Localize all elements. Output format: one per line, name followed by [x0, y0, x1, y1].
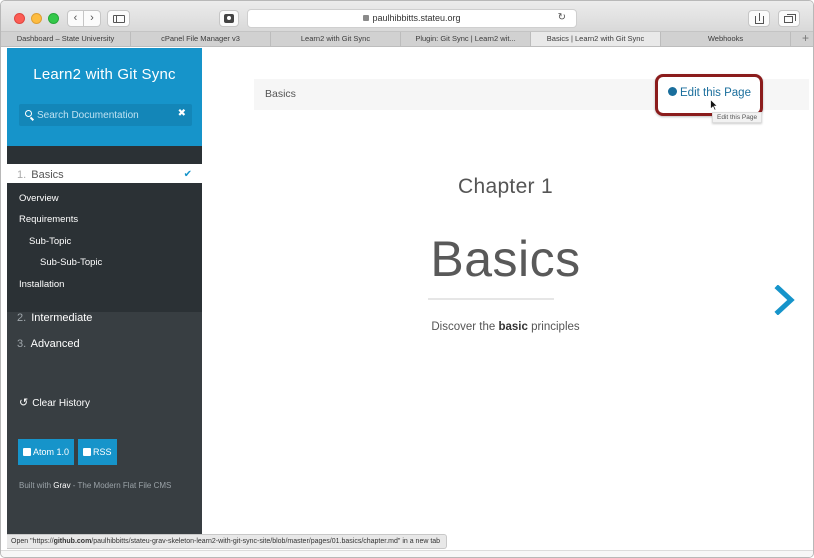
- search-icon: [25, 110, 32, 117]
- breadcrumb[interactable]: Basics: [265, 88, 296, 100]
- rss-icon: [23, 447, 31, 456]
- divider: [428, 298, 554, 300]
- clear-history-link[interactable]: ↺ Clear History: [19, 396, 90, 409]
- next-page-chevron-icon[interactable]: [774, 285, 798, 315]
- tab-webhooks[interactable]: Webhooks: [661, 32, 791, 46]
- chevron-right-icon: ›: [90, 12, 94, 24]
- rss-icon: [83, 447, 91, 456]
- nav-chapter-advanced[interactable]: 3. Advanced: [7, 333, 202, 355]
- tooltip: Edit this Page: [712, 112, 763, 123]
- tab-cpanel[interactable]: cPanel File Manager v3: [131, 32, 271, 46]
- tab-overview-button[interactable]: [778, 10, 800, 27]
- lock-icon: [363, 14, 370, 21]
- reload-icon[interactable]: ↻: [558, 12, 566, 23]
- search-box[interactable]: ✖: [19, 104, 192, 126]
- browser-toolbar: ‹ › paulhibbitts.stateu.org ↻: [1, 1, 813, 32]
- sidebar-divider: [7, 146, 202, 164]
- tab-learn2[interactable]: Learn2 with Git Sync: [271, 32, 401, 46]
- nav-subitems: Overview Requirements Sub-Topic Sub-Sub-…: [7, 183, 202, 312]
- sidebar-icon: [113, 15, 125, 23]
- extension-button[interactable]: [219, 10, 239, 27]
- window-bottom-edge: [1, 550, 813, 557]
- address-bar[interactable]: paulhibbitts.stateu.org ↻: [247, 9, 577, 28]
- history-icon: ↺: [19, 397, 29, 409]
- url-text: paulhibbitts.stateu.org: [372, 13, 461, 23]
- atom-feed-button[interactable]: Atom 1.0: [18, 439, 75, 465]
- sidebar-header: Learn2 with Git Sync ✖: [7, 48, 202, 146]
- nav-item-installation[interactable]: Installation: [19, 279, 64, 290]
- search-input[interactable]: [37, 107, 172, 123]
- mouse-pointer-icon: [710, 99, 718, 111]
- minimize-window-button[interactable]: [31, 13, 42, 24]
- chapter-label: Chapter 1: [458, 175, 553, 198]
- share-button[interactable]: [748, 10, 770, 27]
- tab-basics[interactable]: Basics | Learn2 with Git Sync: [531, 32, 661, 46]
- new-tab-button[interactable]: +: [802, 31, 809, 45]
- chevron-left-icon: ‹: [73, 12, 78, 24]
- tab-bar: Dashboard – State University cPanel File…: [1, 31, 813, 47]
- browser-window: ‹ › paulhibbitts.stateu.org ↻ Dashboard …: [0, 0, 814, 558]
- nav-chapter-intermediate[interactable]: 2. Intermediate: [7, 307, 202, 329]
- rss-feed-button[interactable]: RSS: [78, 439, 117, 465]
- tab-dashboard[interactable]: Dashboard – State University: [1, 32, 131, 46]
- back-button[interactable]: ‹: [67, 10, 84, 27]
- clear-search-icon[interactable]: ✖: [178, 108, 186, 119]
- main-content: Basics Edit this Page Edit this Page Cha…: [202, 48, 809, 538]
- zoom-window-button[interactable]: [48, 13, 59, 24]
- page-description: Discover the basic principles: [431, 321, 580, 333]
- github-icon: [668, 87, 677, 97]
- page-title: Basics: [430, 231, 581, 287]
- sidebar: Learn2 with Git Sync ✖ 1. Basics ✔ Overv…: [7, 48, 202, 538]
- close-window-button[interactable]: [14, 13, 25, 24]
- edit-page-highlight: Edit this Page: [655, 74, 763, 116]
- nav-chapter-label: Advanced: [30, 338, 80, 350]
- nav-item-sub-topic[interactable]: Sub-Topic: [29, 236, 71, 247]
- nav-chapter-label: Intermediate: [31, 312, 93, 324]
- nav-item-requirements[interactable]: Requirements: [19, 214, 78, 225]
- forward-button[interactable]: ›: [84, 10, 101, 27]
- tab-plugin-git-sync[interactable]: Plugin: Git Sync | Learn2 wit...: [401, 32, 531, 46]
- built-with-text: Built with Grav - The Modern Flat File C…: [19, 481, 172, 490]
- nav-chapter-label: Basics: [31, 169, 64, 181]
- grav-link[interactable]: Grav: [53, 481, 70, 490]
- nav-item-sub-sub-topic[interactable]: Sub-Sub-Topic: [40, 257, 102, 268]
- edit-page-link[interactable]: Edit this Page: [668, 87, 751, 99]
- sidebar-toggle-button[interactable]: [107, 10, 130, 27]
- site-title[interactable]: Learn2 with Git Sync: [7, 66, 202, 83]
- status-bar: Open "https://github.com/paulhibbitts/st…: [7, 534, 448, 549]
- nav-item-overview[interactable]: Overview: [19, 193, 59, 204]
